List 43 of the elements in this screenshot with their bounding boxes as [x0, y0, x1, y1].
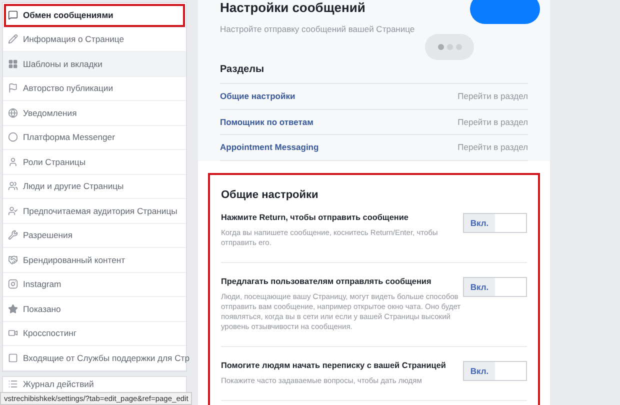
sidebar-item[interactable]: Обмен сообщениями [3, 3, 186, 28]
section-link[interactable]: Appointment Messaging [220, 142, 319, 152]
setting-title: Помогите людям начать переписку с вашей Страницей [221, 360, 447, 370]
camera-icon [8, 279, 18, 290]
video-icon [8, 328, 18, 338]
setting-title: Предлагать пользователям отправлять сообщения [221, 276, 432, 286]
sidebar-item[interactable]: Кросспостинг [3, 322, 186, 346]
flag-icon [8, 83, 18, 94]
section-link[interactable]: Помощник по ответам [220, 116, 314, 127]
toggle-switch[interactable]: Вкл. [463, 360, 527, 380]
handshake-icon [8, 254, 18, 265]
go-to-section-link[interactable]: Перейти в раздел [458, 116, 528, 127]
action-button[interactable] [470, 0, 540, 24]
sidebar-item[interactable]: Разрешения [3, 224, 186, 248]
typing-indicator [425, 34, 474, 60]
page-subtitle: Настройте отправку сообщений вашей Странице [220, 24, 415, 34]
wrench-icon [8, 230, 18, 240]
grid-icon [8, 58, 18, 69]
pencil-icon [8, 34, 18, 44]
sidebar-item[interactable]: Платформа Messenger [3, 126, 186, 150]
chat-icon [8, 10, 18, 20]
toggle-switch[interactable]: Вкл. [463, 276, 527, 296]
circle-icon [8, 132, 18, 142]
go-to-section-link[interactable]: Перейти в раздел [458, 91, 528, 102]
star-icon [8, 304, 18, 314]
person-icon [8, 156, 18, 167]
list-icon [8, 379, 18, 389]
sidebar-item[interactable]: Instagram [3, 272, 186, 297]
sidebar-item[interactable]: Информация о Странице [3, 28, 186, 52]
globe-icon [8, 108, 18, 118]
toggle-switch[interactable]: Вкл. [463, 212, 527, 232]
sidebar-item[interactable]: Люди и другие Страницы [3, 174, 186, 199]
page-title: Настройки сообщений [220, 0, 366, 16]
section-link[interactable]: Общие настройки [220, 91, 296, 102]
sidebar-item[interactable]: Шаблоны и вкладки [3, 52, 186, 76]
person-check-icon [8, 206, 18, 216]
people-icon [8, 181, 18, 192]
sections-heading: Разделы [220, 64, 528, 84]
setting-title: Нажмите Return, чтобы отправить сообщение [221, 212, 410, 222]
general-settings-heading: Общие настройки [221, 188, 320, 200]
square-icon [8, 352, 18, 363]
sidebar-item[interactable]: Авторство публикации [3, 76, 186, 101]
go-to-section-link[interactable]: Перейти в раздел [458, 142, 528, 152]
